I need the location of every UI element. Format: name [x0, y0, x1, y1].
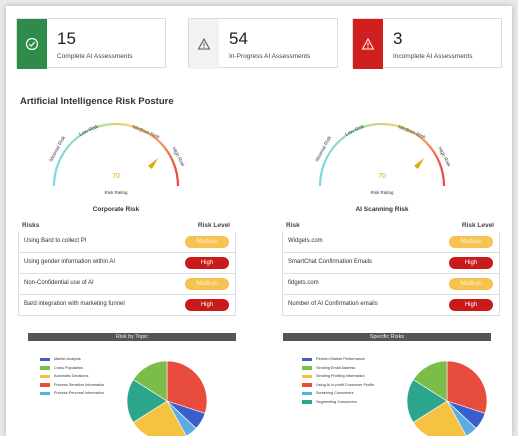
table-header: Risks Risk Level	[18, 220, 236, 232]
risk-level-badge: Medium	[449, 278, 493, 290]
band-label: Low Risk	[78, 124, 99, 138]
risk-name: Bard integration with marketing funnel	[24, 301, 125, 307]
gauge-title: Corporate Risk	[92, 206, 140, 213]
risk-by-topic-title: Risk by Topic	[28, 333, 236, 341]
risk-name: Non-Confidential use of AI	[24, 280, 94, 286]
in-progress-assessments-card[interactable]: 54 In-Progress AI Assessments	[188, 18, 338, 69]
complete-assessments-card[interactable]: 15 Complete AI Assessments	[16, 18, 166, 69]
gauge-needle-icon	[414, 158, 424, 169]
table-row[interactable]: Widgets.com Medium	[282, 232, 500, 253]
risk-level-badge: Medium	[185, 278, 229, 290]
table-row[interactable]: SmartChat Confirmation Emails High	[282, 253, 500, 274]
complete-count: 15	[57, 29, 76, 48]
warning-icon	[353, 19, 383, 69]
risk-name: Using Bard to collect PI	[24, 238, 87, 244]
risk-level-column-header: Risk Level	[197, 222, 230, 229]
table-row[interactable]: Non-Confidential use of AI Medium	[18, 274, 236, 295]
table-row[interactable]: Using Bard to collect PI Medium	[18, 232, 236, 253]
ai-scanning-risk-gauge: Minimal Risk Low Risk Medium Risk High R…	[302, 114, 462, 224]
corporate-risk-table: Risks Risk Level Using Bard to collect P…	[18, 220, 236, 316]
incomplete-assessments-card[interactable]: 3 Incomplete AI Assessments	[352, 18, 502, 69]
risks-column-header: Risks	[22, 222, 40, 229]
specific-risks-title: Specific Risks	[283, 333, 491, 341]
specific-risks-pie-chart	[406, 360, 488, 436]
complete-label: Complete AI Assessments	[57, 53, 133, 60]
band-label: Medium Risk	[131, 124, 161, 141]
gauge-value: 70	[378, 173, 386, 180]
ai-scanning-risk-table: Risk Risk Level Widgets.com Medium SmartC…	[282, 220, 500, 316]
table-row[interactable]: fidgets.com Medium	[282, 274, 500, 295]
dashboard: 15 Complete AI Assessments 54 In-Progres…	[6, 6, 512, 436]
band-label: Medium Risk	[397, 124, 427, 141]
risk-level-column-header: Risk Level	[461, 222, 494, 229]
risk-name: Widgets.com	[288, 238, 323, 244]
table-row[interactable]: Using gender information within AI High	[18, 253, 236, 274]
gauge-label: Risk Rating	[370, 190, 394, 195]
table-header: Risk Risk Level	[282, 220, 500, 232]
table-row[interactable]: Bard integration with marketing funnel Hi…	[18, 295, 236, 316]
band-label: Low Risk	[344, 124, 365, 138]
risk-level-badge: High	[449, 257, 493, 269]
risk-name: Using gender information within AI	[24, 259, 116, 265]
risk-name: Number of AI Confirmation emails	[288, 301, 378, 307]
gauge-needle-icon	[148, 158, 158, 169]
band-label: Minimal Risk	[48, 135, 67, 163]
band-label: High Risk	[436, 146, 452, 168]
in-progress-count: 54	[229, 29, 248, 48]
check-circle-icon	[17, 19, 47, 69]
risk-name: SmartChat Confirmation Emails	[288, 259, 373, 265]
risk-level-badge: Medium	[449, 236, 493, 248]
corporate-risk-gauge: Minimal Risk Low Risk Medium Risk High R…	[36, 114, 196, 224]
in-progress-label: In-Progress AI Assessments	[229, 53, 311, 60]
band-label: High Risk	[170, 146, 186, 168]
gauge-title: AI Scanning Risk	[355, 206, 409, 213]
risk-name: fidgets.com	[288, 280, 319, 286]
risk-level-badge: Medium	[185, 236, 229, 248]
incomplete-count: 3	[393, 29, 403, 48]
risk-level-badge: High	[449, 299, 493, 311]
gauge-label: Risk Rating	[104, 190, 128, 195]
risk-by-topic-pie-chart	[126, 360, 208, 436]
risk-level-badge: High	[185, 257, 229, 269]
warning-icon	[189, 19, 219, 69]
gauge-value: 70	[112, 173, 120, 180]
table-row[interactable]: Number of AI Confirmation emails High	[282, 295, 500, 316]
incomplete-label: Incomplete AI Assessments	[393, 53, 473, 60]
risks-column-header: Risk	[286, 222, 300, 229]
risk-level-badge: High	[185, 299, 229, 311]
band-label: Minimal Risk	[314, 135, 333, 163]
section-title: Artificial Intelligence Risk Posture	[20, 96, 174, 107]
